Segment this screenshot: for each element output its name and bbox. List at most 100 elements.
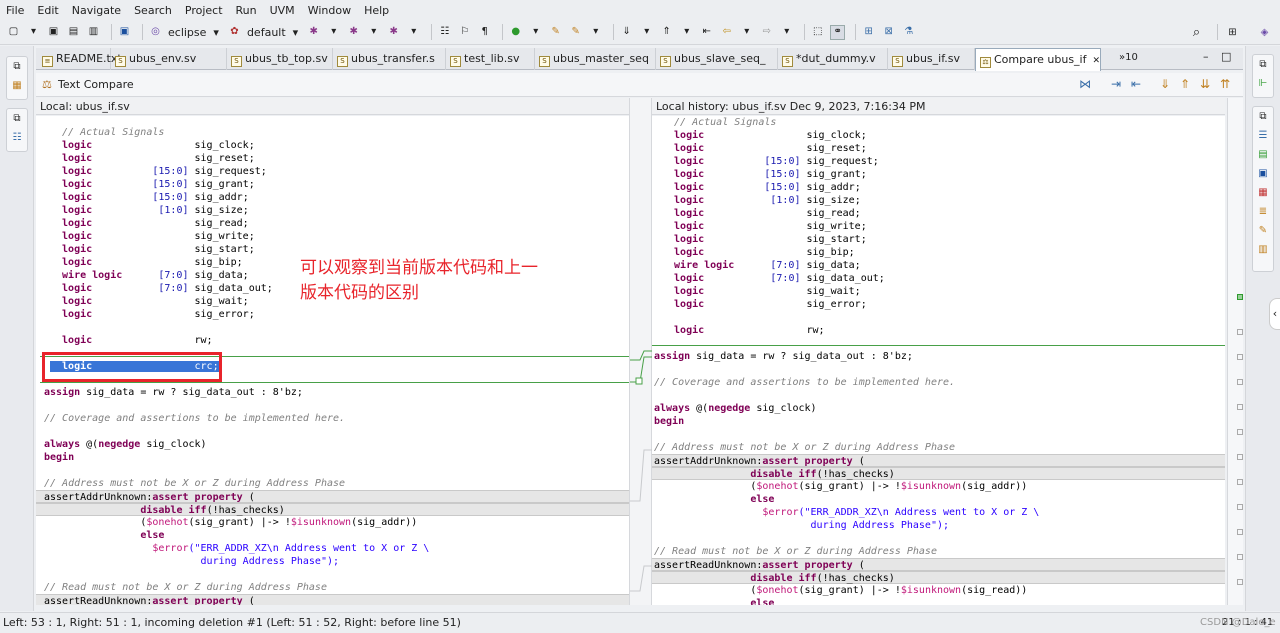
change-marker[interactable] (1237, 454, 1243, 460)
next-change-icon[interactable]: ⇊ (1200, 77, 1210, 91)
restore-icon[interactable]: ⧉ (1253, 107, 1273, 126)
left-code-pane[interactable]: // Actual Signals logic sig_clock; logic… (36, 116, 629, 605)
wizard-icon[interactable]: ⚗ (901, 25, 916, 40)
change-marker[interactable] (1237, 479, 1243, 485)
chevron-down-icon[interactable]: ▾ (679, 25, 694, 40)
forward-icon[interactable]: ⇨ (759, 25, 774, 40)
next-annotation-icon[interactable]: ⇓ (619, 25, 634, 40)
overview-ruler[interactable] (1227, 98, 1243, 605)
editor-tab[interactable]: S *dut_dummy.v (778, 48, 888, 70)
chevron-down-icon[interactable]: ▾ (326, 25, 341, 40)
open-type-icon[interactable]: ☷ (437, 25, 452, 40)
previous-change-icon[interactable]: ⇈ (1220, 77, 1230, 91)
editor-tab[interactable]: Stest_lib.sv (446, 48, 535, 70)
editor-tab[interactable]: Subus_transfer.s (333, 48, 446, 70)
print-icon[interactable]: ▥ (86, 25, 101, 40)
change-marker[interactable] (1237, 379, 1243, 385)
chevron-down-icon[interactable]: ▾ (366, 25, 381, 40)
hierarchy-icon[interactable]: ⚐ (457, 25, 472, 40)
menu-item[interactable]: Help (364, 4, 389, 17)
dropdown-arrow-icon[interactable]: ▾ (26, 25, 41, 40)
prev-annotation-icon[interactable]: ⇑ (659, 25, 674, 40)
change-marker[interactable] (1237, 294, 1243, 300)
change-marker[interactable] (1237, 429, 1243, 435)
open-perspective-icon[interactable]: ⊞ (1225, 25, 1240, 40)
chevron-down-icon[interactable]: ▾ (779, 25, 794, 40)
change-marker[interactable] (1237, 529, 1243, 535)
tab-compare-active[interactable]: ⚖ Compare ubus_if ✕ (975, 48, 1101, 71)
external-tool-icon[interactable]: ✱ (386, 25, 401, 40)
debug-config-icon[interactable]: ✱ (346, 25, 361, 40)
perspective-icon[interactable]: ◈ (1257, 25, 1272, 40)
right-code-pane[interactable]: // Actual Signals logic sig_clock; logic… (652, 116, 1225, 605)
change-marker[interactable] (1237, 504, 1243, 510)
uvm-icon[interactable]: ⊞ (861, 25, 876, 40)
tab-overflow-button[interactable]: »10 (1119, 52, 1138, 63)
tasks-icon[interactable]: ▤ (1253, 145, 1273, 164)
editor-tab[interactable]: Subus_if.sv (888, 48, 975, 70)
editor-tab[interactable]: ≡ README.txt (38, 48, 122, 70)
save-all-icon[interactable]: ▤ (66, 25, 81, 40)
chevron-down-icon[interactable]: ▾ (588, 25, 603, 40)
problems-icon[interactable]: ☰ (1253, 126, 1273, 145)
copy-change-handle-icon[interactable] (635, 377, 643, 385)
search-icon[interactable]: ⌕ (1189, 25, 1204, 40)
run-config-icon[interactable]: ✱ (306, 25, 321, 40)
menu-item[interactable]: Edit (37, 4, 58, 17)
hierarchy-view-icon[interactable]: ⊩ (1253, 74, 1273, 93)
menu-item[interactable]: Window (308, 4, 351, 17)
outline-icon[interactable]: ☷ (7, 128, 27, 147)
eclipse-combo[interactable]: ◎ eclipse ▾ (148, 25, 219, 40)
menu-item[interactable]: Search (134, 4, 172, 17)
run-icon[interactable]: ● (508, 25, 523, 40)
change-marker[interactable] (1237, 554, 1243, 560)
copy-all-right-icon[interactable]: ⇥ (1111, 77, 1121, 91)
minimize-icon[interactable]: – (1203, 50, 1209, 63)
close-icon[interactable]: ✕ (1092, 56, 1100, 66)
chevron-down-icon[interactable]: ▾ (406, 25, 421, 40)
menu-item[interactable]: Navigate (72, 4, 121, 17)
menu-item[interactable]: UVM (270, 4, 295, 17)
editor-tab[interactable]: Subus_slave_seq_ (656, 48, 778, 70)
default-combo[interactable]: ✿ default ▾ (227, 25, 298, 40)
search-results-icon[interactable]: ✎ (1253, 221, 1273, 240)
restore-icon[interactable]: ⧉ (7, 109, 27, 128)
chevron-down-icon[interactable]: ▾ (739, 25, 754, 40)
error-log-icon[interactable]: ▦ (1253, 183, 1273, 202)
chevron-down-icon[interactable]: ▾ (639, 25, 654, 40)
paragraph-icon[interactable]: ¶ (477, 25, 492, 40)
edit-alt-icon[interactable]: ✎ (568, 25, 583, 40)
project-explorer-icon[interactable]: ▦ (7, 76, 27, 95)
editor-tab[interactable]: Subus_master_seq (535, 48, 656, 70)
history-icon[interactable]: ▥ (1253, 240, 1273, 259)
chevron-down-icon[interactable]: ▾ (528, 25, 543, 40)
ignore-whitespace-icon[interactable]: ⋈ (1079, 77, 1091, 91)
editor-tab[interactable]: Subus_tb_top.sv (227, 48, 333, 70)
maximize-icon[interactable]: □ (1221, 50, 1231, 63)
previous-difference-icon[interactable]: ⇑ (1180, 77, 1190, 91)
editor-tab[interactable]: Subus_env.sv (111, 48, 227, 70)
menu-item[interactable]: Project (185, 4, 223, 17)
change-marker[interactable] (1237, 329, 1243, 335)
link-icon[interactable]: ⚭ (830, 24, 846, 40)
side-collapse-handle[interactable]: ‹ (1269, 298, 1280, 330)
pin-editor-icon[interactable]: ⬚ (810, 25, 825, 40)
edit-icon[interactable]: ✎ (548, 25, 563, 40)
new-icon[interactable]: ▢ (6, 25, 21, 40)
last-edit-icon[interactable]: ⇤ (699, 25, 714, 40)
uvm-alt-icon[interactable]: ⊠ (881, 25, 896, 40)
console-view-icon[interactable]: ▣ (1253, 164, 1273, 183)
copy-current-right-icon[interactable]: ⇤ (1131, 77, 1141, 91)
menu-item[interactable]: File (6, 4, 24, 17)
change-marker[interactable] (1237, 404, 1243, 410)
layers-icon[interactable]: ≣ (1253, 202, 1273, 221)
next-difference-icon[interactable]: ⇓ (1160, 77, 1170, 91)
change-marker[interactable] (1237, 579, 1243, 585)
menu-item[interactable]: Run (236, 4, 257, 17)
console-icon[interactable]: ▣ (117, 25, 132, 40)
change-marker[interactable] (1237, 354, 1243, 360)
restore-icon[interactable]: ⧉ (7, 57, 27, 76)
restore-icon[interactable]: ⧉ (1253, 55, 1273, 74)
back-icon[interactable]: ⇦ (719, 25, 734, 40)
save-icon[interactable]: ▣ (46, 25, 61, 40)
